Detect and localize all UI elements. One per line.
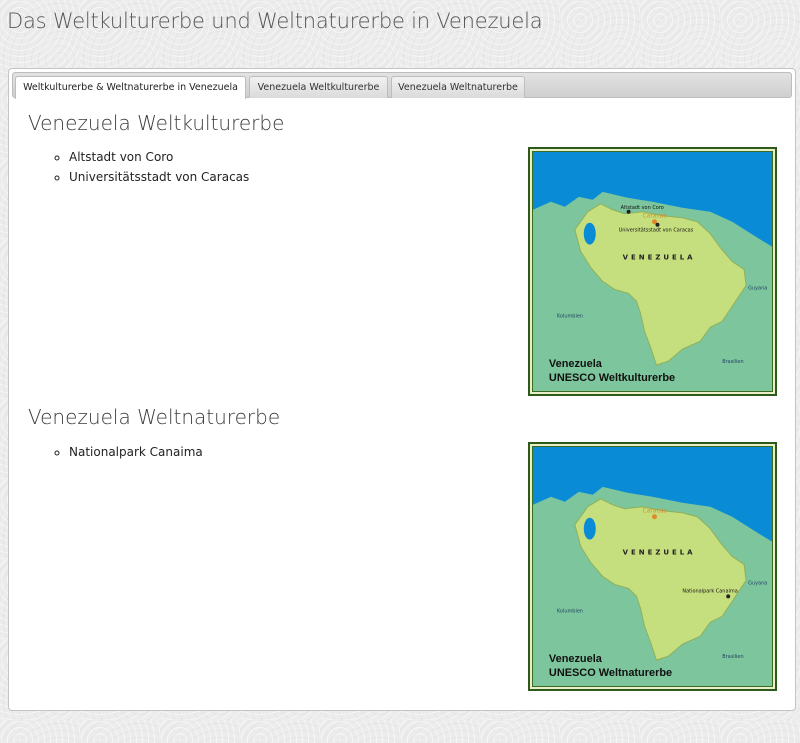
list-item: Altstadt von Coro [69,147,249,167]
list-item: Nationalpark Canaima [69,442,203,462]
neighbor-south-label: Brasilien [722,359,743,365]
nature-map-svg: Caracas Nationalpark Canaima VENEZUELA K… [533,447,772,686]
nature-heading: Venezuela Weltnaturerbe [28,405,281,429]
capital-dot [652,514,657,520]
caracas-university-dot [655,222,660,227]
capital-label: Caracas [643,508,667,515]
map-caption-line2: UNESCO Weltkulturerbe [549,372,675,384]
neighbor-south-label: Brasilien [722,654,743,660]
marker-canaima-label: Nationalpark Canaima [682,588,737,594]
canaima-dot [726,594,731,599]
tabs-panel: Weltkulturerbe & Weltnaturerbe in Venezu… [8,68,796,711]
capital-label: Caracas [643,213,667,220]
maracaibo-lake [583,222,596,245]
marker-university-label: Universitätsstadt von Caracas [619,228,694,234]
country-label: VENEZUELA [623,254,696,262]
culture-site-list: Altstadt von Coro Universitätsstadt von … [29,147,249,187]
culture-map: Altstadt von Coro Caracas Universitätsst… [528,147,777,396]
neighbor-west-label: Kolumbien [557,313,583,319]
neighbor-west-label: Kolumbien [557,608,583,614]
tab-overview[interactable]: Weltkulturerbe & Weltnaturerbe in Venezu… [15,76,246,99]
maracaibo-lake [583,517,596,540]
marker-coro-label: Altstadt von Coro [621,205,664,211]
map-caption-line1: Venezuela [549,358,603,370]
neighbor-east-label: Guyana [748,580,767,586]
tab-culture[interactable]: Venezuela Weltkulturerbe [249,76,388,98]
list-item: Universitätsstadt von Caracas [69,167,249,187]
page-title: Das Weltkulturerbe und Weltnaturerbe in … [7,9,543,33]
tab-bar: Weltkulturerbe & Weltnaturerbe in Venezu… [12,72,792,99]
culture-map-svg: Altstadt von Coro Caracas Universitätsst… [533,152,772,391]
nature-map: Caracas Nationalpark Canaima VENEZUELA K… [528,442,777,691]
map-caption-line2: UNESCO Weltnaturerbe [549,667,672,679]
country-label: VENEZUELA [623,549,696,557]
tab-nature[interactable]: Venezuela Weltnaturerbe [391,76,525,98]
nature-site-list: Nationalpark Canaima [29,442,203,462]
neighbor-east-label: Guyana [748,285,767,291]
map-caption-line1: Venezuela [549,653,603,665]
culture-heading: Venezuela Weltkulturerbe [28,111,285,135]
